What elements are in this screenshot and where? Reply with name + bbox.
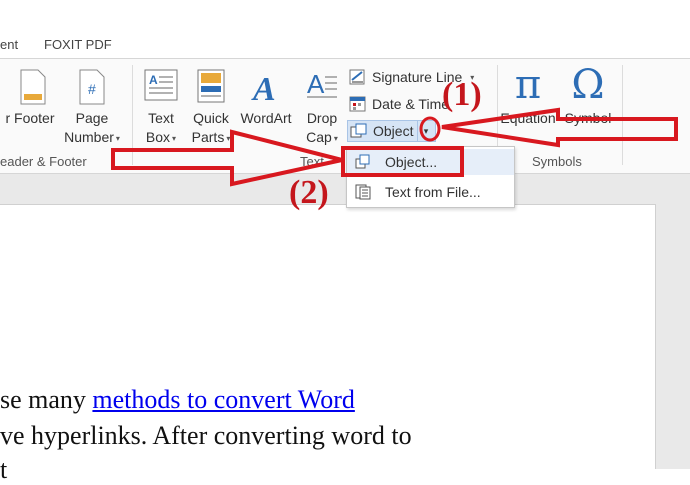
document-page[interactable]: se many methods to convert Word ve hyper… [0, 204, 656, 484]
document-text: se many [0, 385, 93, 414]
svg-text:A: A [307, 69, 325, 99]
page-number-label-2: Number [64, 129, 114, 145]
pi-icon: π [514, 62, 542, 108]
equation-button[interactable]: π Equation [500, 61, 556, 128]
object-button[interactable]: Object ▾ [347, 120, 437, 142]
symbol-label: Symbol [564, 110, 612, 126]
annotation-step-1: (1) [442, 76, 482, 113]
object-dropdown-menu: Object... Text from File... [346, 146, 515, 208]
object-icon [355, 154, 370, 169]
page-number-button[interactable]: # Page Number ▾ [58, 69, 126, 148]
ribbon-tab-bar: ent FOXIT PDF [0, 0, 690, 58]
group-separator [132, 65, 133, 165]
page-number-icon: # [79, 69, 105, 105]
group-separator [622, 65, 623, 165]
wordart-icon: A [251, 71, 276, 105]
tab-foxit-pdf[interactable]: FOXIT PDF [44, 37, 112, 52]
footer-prefix-text: r [5, 110, 11, 126]
document-hyperlink[interactable]: methods to convert Word [92, 385, 354, 414]
document-text-line-3: t [0, 455, 8, 484]
page-number-label-1: Page [75, 110, 109, 126]
drop-cap-label-1: Drop [306, 110, 338, 126]
object-label: Object [373, 123, 414, 139]
svg-text:A: A [251, 71, 276, 105]
omega-icon: Ω [571, 62, 605, 108]
caret-down-icon: ▾ [115, 133, 120, 143]
svg-text:A: A [149, 73, 158, 87]
group-label-text: Text [300, 154, 324, 169]
group-label-symbols: Symbols [532, 154, 582, 169]
wordart-button[interactable]: A WordArt [236, 69, 296, 128]
wordart-label: WordArt [240, 110, 292, 126]
signature-line-icon [349, 69, 365, 85]
text-file-icon [355, 184, 371, 200]
symbol-button[interactable]: Ω Symbol [560, 61, 616, 128]
quick-parts-icon [197, 69, 225, 103]
footer-button[interactable]: r Footer [0, 69, 60, 128]
object-icon [350, 123, 367, 138]
tab-insert-partial[interactable]: ent [0, 37, 18, 52]
date-time-button[interactable]: Date & Time [349, 93, 449, 115]
menu-item-text-from-file-label: Text from File... [385, 184, 481, 200]
drop-cap-button[interactable]: A Drop Cap ▾ [298, 69, 346, 148]
menu-item-object-label: Object... [385, 154, 438, 170]
quick-parts-button[interactable]: Quick Parts ▾ [186, 69, 236, 148]
calendar-icon [349, 96, 366, 112]
footer-label: Footer [14, 110, 55, 126]
text-box-button[interactable]: A Text Box ▾ [138, 69, 184, 148]
caret-down-icon: ▾ [172, 133, 177, 143]
group-label-header-footer: eader & Footer [0, 154, 87, 169]
menu-item-object[interactable]: Object... [347, 149, 514, 175]
text-box-icon: A [144, 69, 178, 101]
document-text-line-1: se many methods to convert Word [0, 385, 355, 415]
date-time-label: Date & Time [372, 96, 450, 112]
drop-cap-icon: A [307, 69, 337, 99]
drop-cap-label-2: Cap [306, 129, 332, 145]
equation-label: Equation [500, 110, 556, 126]
svg-text:#: # [88, 81, 96, 97]
footer-icon [20, 69, 46, 105]
text-box-label-1: Text [148, 110, 174, 126]
document-text-line-2: ve hyperlinks. After converting word to [0, 421, 412, 450]
menu-item-text-from-file[interactable]: Text from File... [347, 179, 514, 205]
annotation-step-2: (2) [289, 174, 329, 211]
object-dropdown-arrow-icon[interactable]: ▾ [417, 121, 433, 141]
caret-down-icon: ▾ [333, 133, 338, 143]
quick-parts-label-1: Quick [193, 110, 229, 126]
ribbon: r Footer # Page Number ▾ eader & Footer A… [0, 58, 690, 174]
text-box-label-2: Box [145, 129, 171, 145]
caret-down-icon: ▾ [226, 133, 231, 143]
quick-parts-label-2: Parts [191, 129, 225, 145]
